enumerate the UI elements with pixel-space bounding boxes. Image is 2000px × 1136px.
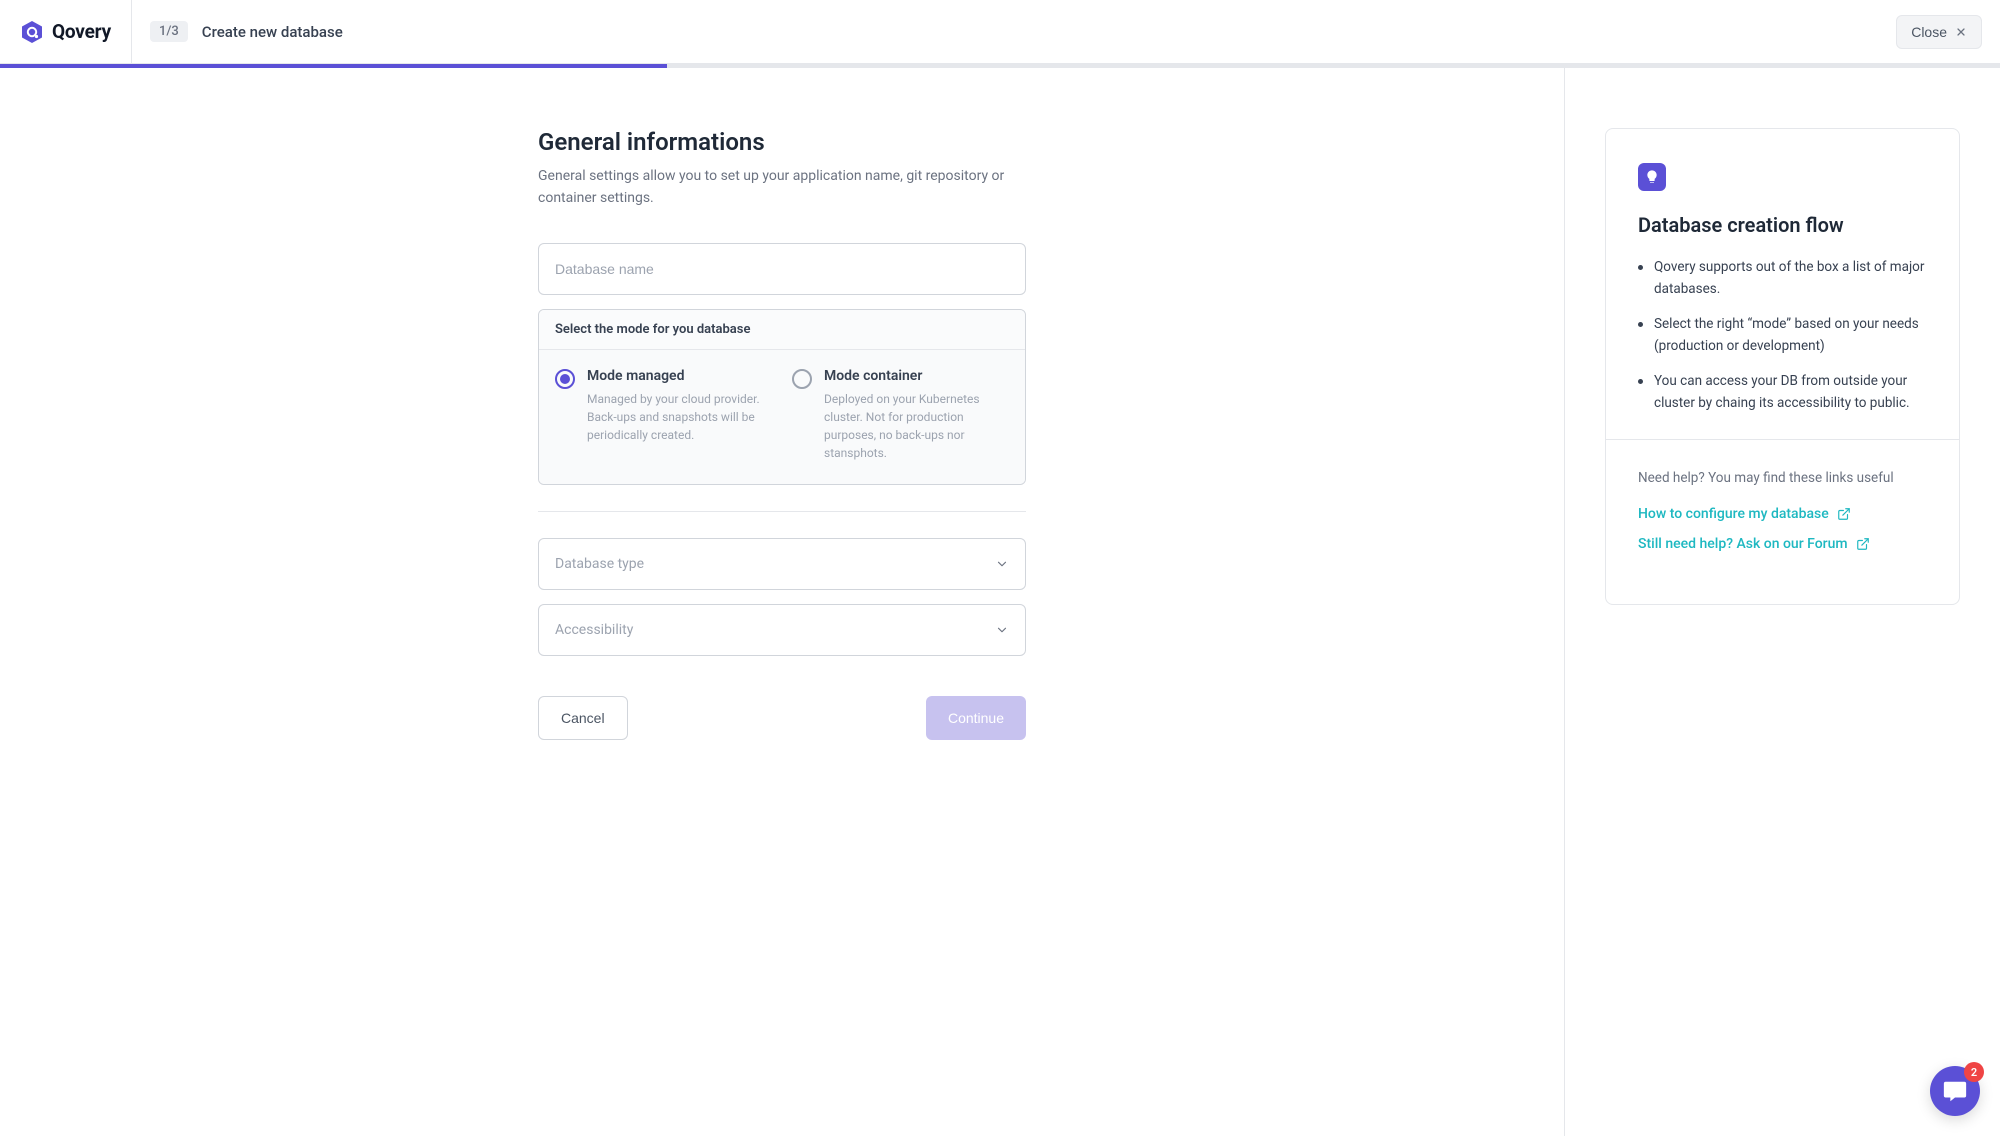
mode-option-container[interactable]: Mode container Deployed on your Kubernete… bbox=[792, 368, 1009, 462]
lightbulb-badge bbox=[1638, 163, 1666, 191]
topbar-left: Qovery 1/3 Create new database bbox=[0, 0, 343, 63]
page-title: General informations bbox=[538, 128, 1026, 156]
mode-option-managed[interactable]: Mode managed Managed by your cloud provid… bbox=[555, 368, 772, 462]
chevron-down-icon bbox=[995, 557, 1009, 571]
close-button[interactable]: Close bbox=[1896, 15, 1982, 49]
close-icon bbox=[1955, 26, 1967, 38]
info-bullet: You can access your DB from outside your… bbox=[1638, 371, 1927, 414]
lightbulb-icon bbox=[1644, 169, 1660, 185]
chat-launcher[interactable]: 2 bbox=[1930, 1066, 1980, 1116]
help-link[interactable]: How to configure my database bbox=[1638, 506, 1927, 522]
accessibility-select[interactable]: Accessibility bbox=[538, 604, 1026, 656]
info-bullet: Qovery supports out of the box a list of… bbox=[1638, 257, 1927, 300]
close-button-label: Close bbox=[1911, 24, 1947, 40]
help-intro: Need help? You may find these links usef… bbox=[1638, 470, 1927, 486]
info-title: Database creation flow bbox=[1638, 213, 1927, 237]
brand[interactable]: Qovery bbox=[0, 0, 132, 63]
continue-button[interactable]: Continue bbox=[926, 696, 1026, 740]
continue-button-label: Continue bbox=[948, 710, 1004, 726]
database-type-placeholder: Database type bbox=[555, 556, 644, 572]
info-card: Database creation flow Qovery supports o… bbox=[1605, 128, 1960, 605]
external-link-icon bbox=[1837, 507, 1851, 521]
help-link-label: Still need help? Ask on our Forum bbox=[1638, 536, 1848, 552]
topbar: Qovery 1/3 Create new database Close bbox=[0, 0, 2000, 64]
mode-section: Select the mode for you database Mode ma… bbox=[538, 309, 1026, 485]
cancel-button[interactable]: Cancel bbox=[538, 696, 628, 740]
mode-subtitle: Managed by your cloud provider. Back-ups… bbox=[587, 390, 772, 444]
database-name-input[interactable] bbox=[538, 243, 1026, 295]
radio-container[interactable] bbox=[792, 369, 812, 389]
info-separator bbox=[1606, 439, 1959, 440]
help-link-label: How to configure my database bbox=[1638, 506, 1829, 522]
chat-unread-badge: 2 bbox=[1964, 1062, 1984, 1082]
page-description: General settings allow you to set up you… bbox=[538, 166, 1026, 209]
database-type-select[interactable]: Database type bbox=[538, 538, 1026, 590]
mode-subtitle: Deployed on your Kubernetes cluster. Not… bbox=[824, 390, 1009, 462]
brand-name: Qovery bbox=[52, 20, 111, 43]
mode-title: Mode managed bbox=[587, 368, 772, 384]
info-sidebar: Database creation flow Qovery supports o… bbox=[1565, 68, 2000, 665]
cancel-button-label: Cancel bbox=[561, 710, 605, 726]
step-indicator: 1/3 bbox=[150, 21, 188, 42]
radio-managed[interactable] bbox=[555, 369, 575, 389]
info-bullet: Select the right “mode” based on your ne… bbox=[1638, 314, 1927, 357]
help-link[interactable]: Still need help? Ask on our Forum bbox=[1638, 536, 1927, 552]
info-bullet-list: Qovery supports out of the box a list of… bbox=[1638, 257, 1927, 415]
qovery-logo-icon bbox=[20, 20, 44, 44]
page-step-title: Create new database bbox=[202, 23, 343, 41]
divider bbox=[538, 511, 1026, 512]
mode-title: Mode container bbox=[824, 368, 1009, 384]
mode-section-header: Select the mode for you database bbox=[539, 310, 1025, 350]
accessibility-placeholder: Accessibility bbox=[555, 622, 633, 638]
external-link-icon bbox=[1856, 537, 1870, 551]
chevron-down-icon bbox=[995, 623, 1009, 637]
chat-icon bbox=[1942, 1078, 1968, 1104]
